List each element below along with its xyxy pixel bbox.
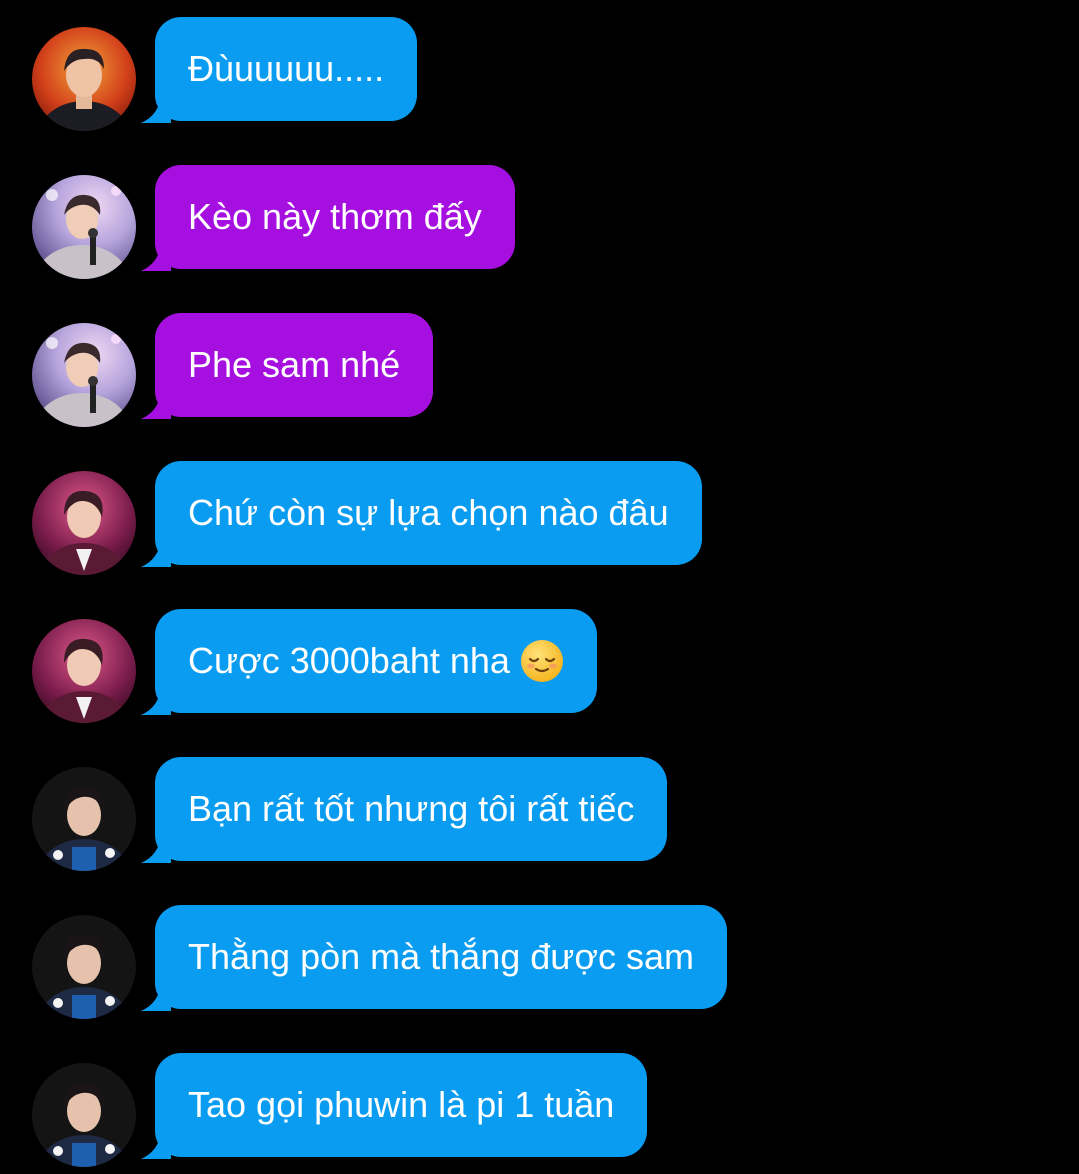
message-row: Kèo này thơm đấy bbox=[0, 165, 1079, 279]
message-row: Đùuuuuu..... bbox=[0, 17, 1079, 131]
message-bubble[interactable]: Bạn rất tốt nhưng tôi rất tiếc bbox=[155, 757, 668, 861]
message-bubble[interactable]: Thằng pòn mà thắng được sam bbox=[155, 905, 727, 1009]
sender-avatar[interactable] bbox=[32, 471, 136, 575]
message-text: Đùuuuuu..... bbox=[188, 48, 385, 89]
sender-avatar[interactable] bbox=[32, 1063, 136, 1167]
message-text: Cược 3000baht nha bbox=[188, 640, 510, 681]
message-text: Tao gọi phuwin là pi 1 tuần bbox=[188, 1084, 615, 1125]
message-bubble[interactable]: Cược 3000baht nha bbox=[155, 609, 597, 713]
message-row: Thằng pòn mà thắng được sam bbox=[0, 905, 1079, 1019]
message-bubble[interactable]: Kèo này thơm đấy bbox=[155, 165, 515, 269]
message-row: Tao gọi phuwin là pi 1 tuần bbox=[0, 1053, 1079, 1167]
message-row: Phe sam nhé bbox=[0, 313, 1079, 427]
message-bubble[interactable]: Tao gọi phuwin là pi 1 tuần bbox=[155, 1053, 648, 1157]
message-text: Bạn rất tốt nhưng tôi rất tiếc bbox=[188, 788, 635, 829]
message-bubble[interactable]: Phe sam nhé bbox=[155, 313, 434, 417]
message-row: Bạn rất tốt nhưng tôi rất tiếc bbox=[0, 757, 1079, 871]
sender-avatar[interactable] bbox=[32, 27, 136, 131]
message-row: Chứ còn sự lựa chọn nào đâu bbox=[0, 461, 1079, 575]
message-thread: Đùuuuuu..... Kèo này thơm đấy Phe sam nh… bbox=[0, 0, 1079, 1174]
message-text: Thằng pòn mà thắng được sam bbox=[188, 936, 694, 977]
message-row: Cược 3000baht nha bbox=[0, 609, 1079, 723]
sender-avatar[interactable] bbox=[32, 767, 136, 871]
sender-avatar[interactable] bbox=[32, 915, 136, 1019]
message-bubble[interactable]: Chứ còn sự lựa chọn nào đâu bbox=[155, 461, 702, 565]
message-bubble[interactable]: Đùuuuuu..... bbox=[155, 17, 418, 121]
relieved-face-emoji bbox=[520, 640, 563, 682]
sender-avatar[interactable] bbox=[32, 323, 136, 427]
message-text: Phe sam nhé bbox=[188, 344, 401, 385]
message-text: Kèo này thơm đấy bbox=[188, 196, 482, 237]
sender-avatar[interactable] bbox=[32, 619, 136, 723]
sender-avatar[interactable] bbox=[32, 175, 136, 279]
message-text: Chứ còn sự lựa chọn nào đâu bbox=[188, 492, 669, 533]
